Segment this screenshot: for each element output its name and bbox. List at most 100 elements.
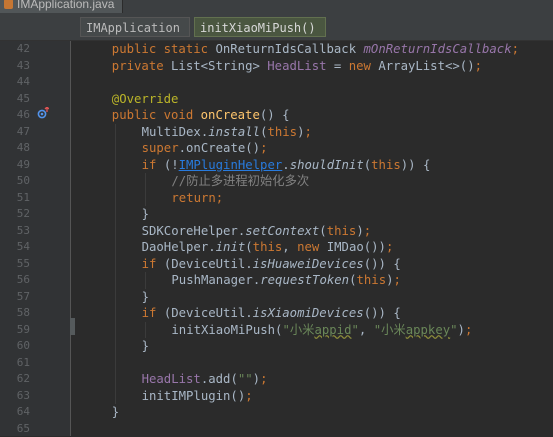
line-number: 54 xyxy=(0,239,30,256)
code-line[interactable]: 64} xyxy=(0,404,553,421)
code-token: this xyxy=(327,224,357,238)
code-token: ) xyxy=(253,372,260,386)
code-text: DaoHelper.init(this, new IMDao()); xyxy=(142,239,394,256)
code-text: public static OnReturnIdsCallback mOnRet… xyxy=(112,41,519,58)
code-token: List<String> xyxy=(171,59,267,73)
code-line[interactable]: 61 xyxy=(0,355,553,372)
code-token: )) { xyxy=(401,158,431,172)
code-token: appkey xyxy=(406,323,450,337)
code-token: .onCreate() xyxy=(179,141,260,155)
code-token: appid xyxy=(314,323,351,337)
code-token: new xyxy=(297,240,327,254)
line-number: 48 xyxy=(0,140,30,157)
code-token: super xyxy=(142,141,179,155)
code-line[interactable]: 53 SDKCoreHelper.setContext(this); xyxy=(0,223,553,240)
code-line[interactable]: 59initXiaoMiPush("小米appid", "小米appkey"); xyxy=(0,322,553,339)
code-token: OnReturnIdsCallback xyxy=(215,42,363,56)
code-line[interactable]: 50 //防止多进程初始化多次 xyxy=(0,173,553,190)
code-line[interactable]: 58 if (DeviceUtil.isXiaomiDevices()) { xyxy=(0,305,553,322)
code-text: initXiaoMiPush("小米appid", "小米appkey"); xyxy=(171,322,472,339)
code-text: return; xyxy=(171,190,223,207)
code-token: if xyxy=(142,158,164,172)
file-tab[interactable]: IMApplication.java xyxy=(0,0,123,13)
code-text: SDKCoreHelper.setContext(this); xyxy=(142,223,372,240)
code-token: ()) { xyxy=(364,306,401,320)
breadcrumb-method[interactable]: initXiaoMiPush() xyxy=(194,17,326,37)
code-token: this xyxy=(267,125,297,139)
code-token: private xyxy=(112,59,171,73)
code-text: public void onCreate() { xyxy=(112,107,290,124)
code-token: onCreate xyxy=(201,108,260,122)
code-line[interactable]: 63 initIMPlugin(); xyxy=(0,388,553,405)
code-line[interactable]: 51 return; xyxy=(0,190,553,207)
code-token: initIMPlugin() xyxy=(142,389,246,403)
code-token: (! xyxy=(164,158,179,172)
code-token: @Override xyxy=(112,92,179,106)
code-line[interactable]: 52} xyxy=(0,206,553,223)
code-token: ; xyxy=(245,389,252,403)
line-number: 47 xyxy=(0,124,30,141)
code-token: "小米 xyxy=(374,323,406,337)
code-text: if (!IMPluginHelper.shouldInit(this)) { xyxy=(142,157,431,174)
file-tab-title: IMApplication.java xyxy=(17,0,114,13)
code-token: ) xyxy=(297,125,304,139)
code-text: if (DeviceUtil.isXiaomiDevices()) { xyxy=(142,305,401,322)
code-line[interactable]: 42public static OnReturnIdsCallback mOnR… xyxy=(0,41,553,58)
line-number: 46 xyxy=(0,107,30,124)
code-line[interactable]: 60} xyxy=(0,338,553,355)
code-token: ()) { xyxy=(364,257,401,271)
code-token: " xyxy=(450,323,457,337)
code-text: } xyxy=(142,206,149,223)
breadcrumb-class[interactable]: IMApplication xyxy=(80,17,190,37)
code-line[interactable]: 45@Override xyxy=(0,91,553,108)
code-token: " xyxy=(351,323,358,337)
code-token: setContext xyxy=(245,224,319,238)
code-token: shouldInit xyxy=(290,158,364,172)
line-number: 53 xyxy=(0,223,30,240)
code-line[interactable]: 56PushManager.requestToken(this); xyxy=(0,272,553,289)
code-token: "" xyxy=(238,372,253,386)
code-token: IMDao()) xyxy=(327,240,386,254)
code-token: } xyxy=(112,405,119,419)
code-line[interactable]: 49if (!IMPluginHelper.shouldInit(this)) … xyxy=(0,157,553,174)
code-text: @Override xyxy=(112,91,179,108)
code-line[interactable]: 57} xyxy=(0,289,553,306)
code-token: ; xyxy=(512,42,519,56)
code-token: ( xyxy=(319,224,326,238)
line-number: 63 xyxy=(0,388,30,405)
code-line[interactable]: 46 public void onCreate() { xyxy=(0,107,553,124)
line-number: 58 xyxy=(0,305,30,322)
code-line[interactable]: 44 xyxy=(0,74,553,91)
code-token: (DeviceUtil. xyxy=(164,306,253,320)
code-text: private List<String> HeadList = new Arra… xyxy=(112,58,482,75)
code-line[interactable]: 62HeadList.add(""); xyxy=(0,371,553,388)
code-line[interactable]: 54 DaoHelper.init(this, new IMDao()); xyxy=(0,239,553,256)
code-token: } xyxy=(142,339,149,353)
code-token: public static xyxy=(112,42,216,56)
line-number: 50 xyxy=(0,173,30,190)
code-line[interactable]: 43private List<String> HeadList = new Ar… xyxy=(0,58,553,75)
line-number: 51 xyxy=(0,190,30,207)
code-token: requestToken xyxy=(260,273,349,287)
code-line[interactable]: 48 super.onCreate(); xyxy=(0,140,553,157)
code-token: } xyxy=(142,290,149,304)
code-line[interactable]: 65 xyxy=(0,421,553,437)
code-token: PushManager. xyxy=(171,273,260,287)
code-token: ; xyxy=(305,125,312,139)
code-token: this xyxy=(356,273,386,287)
code-line[interactable]: 55if (DeviceUtil.isHuaweiDevices()) { xyxy=(0,256,553,273)
code-text: } xyxy=(112,404,119,421)
code-token: MultiDex. xyxy=(142,125,209,139)
code-token: if xyxy=(142,257,164,271)
code-text: PushManager.requestToken(this); xyxy=(171,272,401,289)
code-token: SDKCoreHelper. xyxy=(142,224,246,238)
code-token: .add( xyxy=(201,372,238,386)
code-text: if (DeviceUtil.isHuaweiDevices()) { xyxy=(142,256,401,273)
line-number: 57 xyxy=(0,289,30,306)
code-text: super.onCreate(); xyxy=(142,140,268,157)
code-token: () { xyxy=(260,108,290,122)
code-line[interactable]: 47MultiDex.install(this); xyxy=(0,124,553,141)
line-number: 52 xyxy=(0,206,30,223)
line-number: 61 xyxy=(0,355,30,372)
code-token: //防止多进程初始化多次 xyxy=(171,174,309,188)
